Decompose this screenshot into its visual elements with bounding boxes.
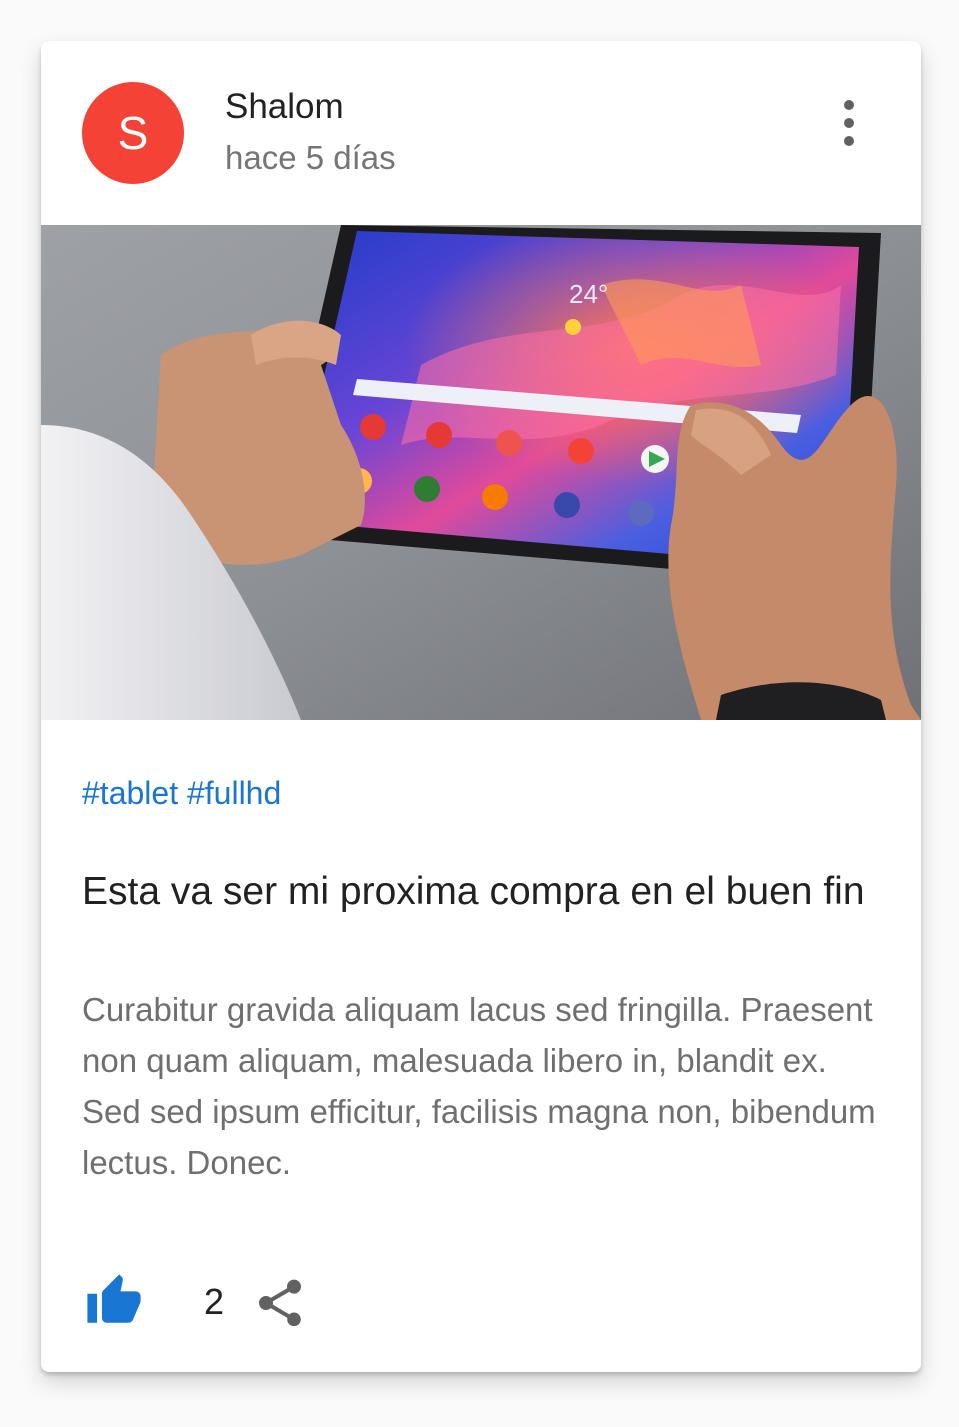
post-image[interactable]: 24° xyxy=(41,225,921,720)
like-count: 2 xyxy=(204,1281,225,1322)
post-title: Esta va ser mi proxima compra en el buen… xyxy=(82,870,865,913)
avatar[interactable]: S xyxy=(82,82,184,184)
more-options-button[interactable] xyxy=(825,97,873,149)
post-card: S Shalom hace 5 días 24° #tablet #fullhd… xyxy=(41,41,921,1372)
author-name[interactable]: Shalom xyxy=(225,85,344,129)
svg-text:24°: 24° xyxy=(569,279,608,309)
post-body: Curabitur gravida aliquam lacus sed frin… xyxy=(82,991,876,1181)
hashtag-list: #tablet #fullhd xyxy=(82,771,281,815)
post-header: S Shalom hace 5 días xyxy=(41,41,921,225)
hashtag-fullhd[interactable]: #fullhd xyxy=(187,775,281,811)
hashtag-tablet[interactable]: #tablet xyxy=(82,775,178,811)
share-icon xyxy=(259,1279,301,1327)
post-timestamp: hace 5 días xyxy=(225,139,396,176)
like-button[interactable] xyxy=(82,1272,146,1330)
share-button[interactable] xyxy=(252,1273,308,1333)
thumb-up-icon xyxy=(87,1274,141,1323)
more-vert-icon xyxy=(844,100,854,146)
post-actions: 2 xyxy=(82,1267,382,1347)
